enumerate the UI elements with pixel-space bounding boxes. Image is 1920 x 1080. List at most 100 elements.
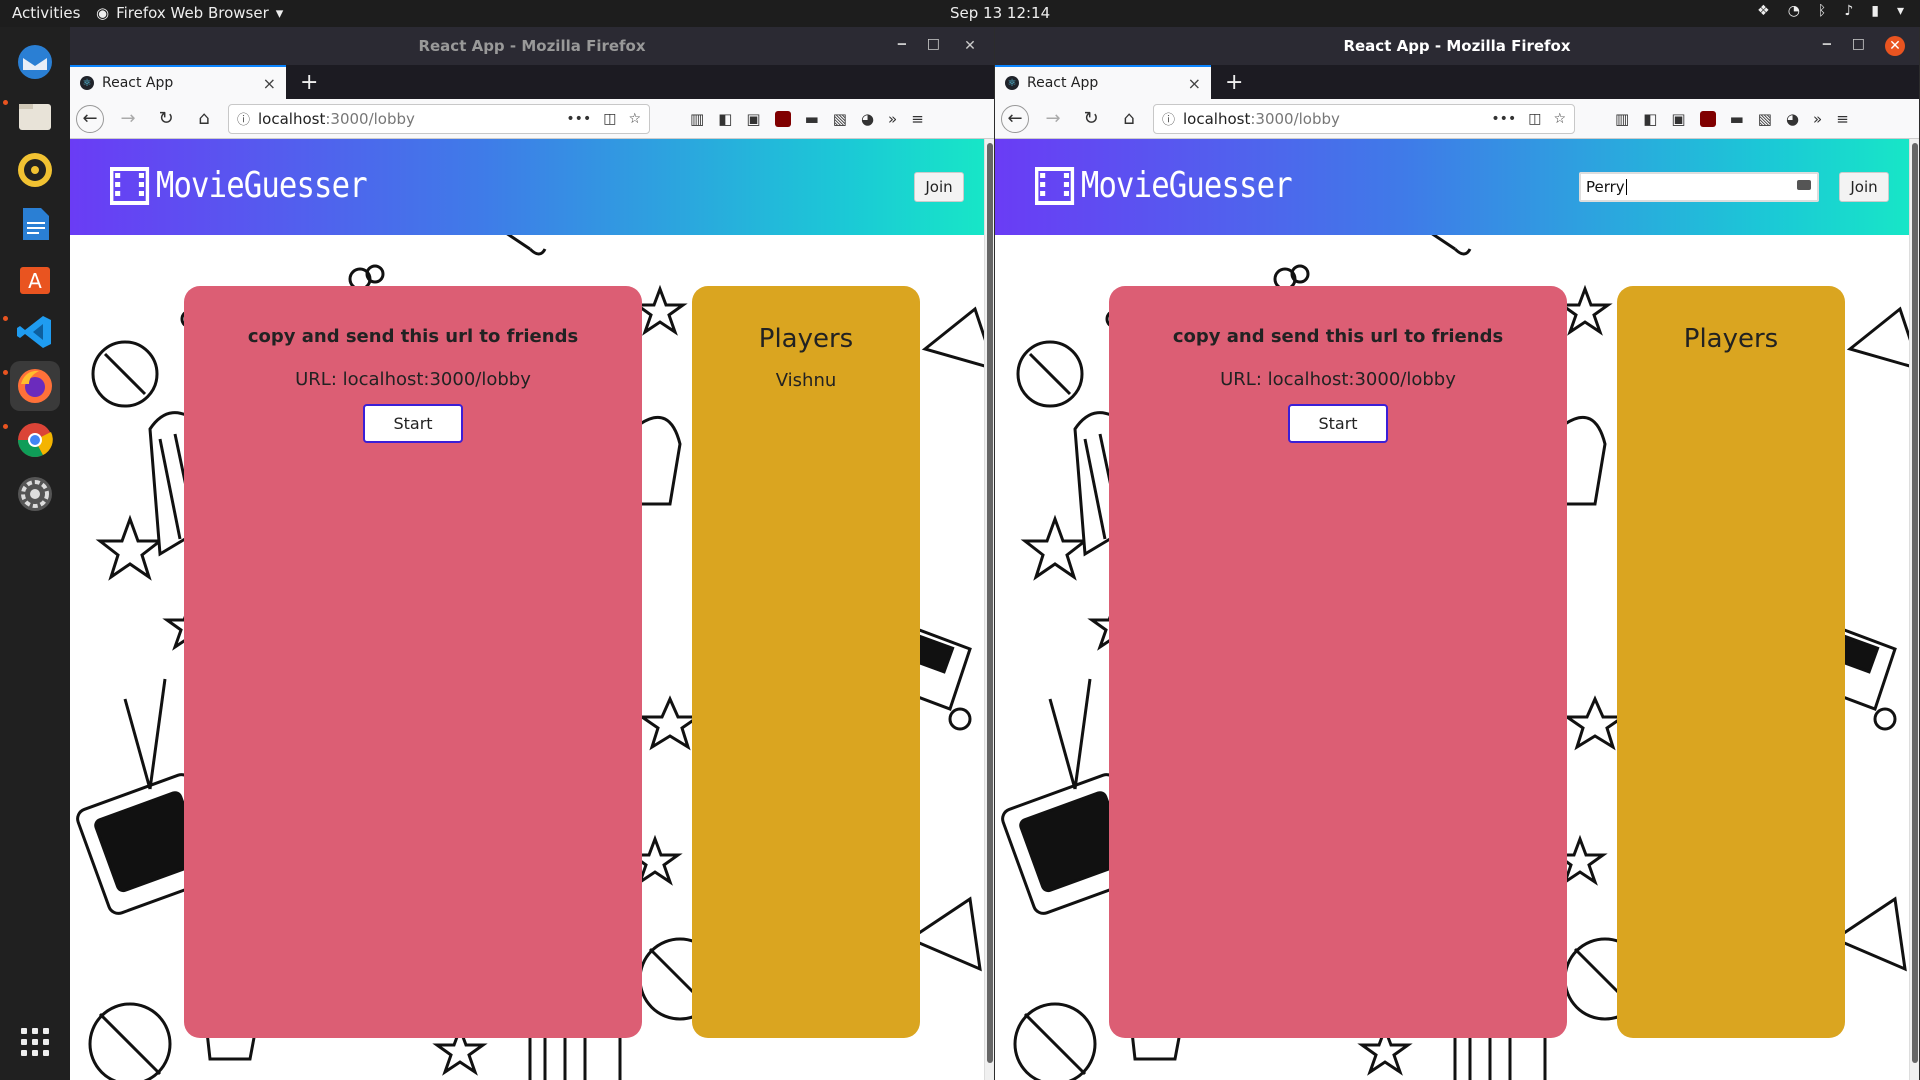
lobby-card: copy and send this url to friends URL: l…: [1109, 286, 1567, 1038]
tab-react-app[interactable]: ⚛ React App ×: [70, 65, 286, 99]
join-button[interactable]: Join: [914, 172, 964, 202]
pocket-icon[interactable]: ◫: [1528, 111, 1541, 127]
reader-icon[interactable]: ▧: [833, 110, 847, 128]
app-logo[interactable]: MovieGuesser: [110, 165, 368, 206]
forward-icon[interactable]: →: [114, 105, 142, 133]
scrollbar-thumb[interactable]: [987, 143, 993, 1063]
tab-close-icon[interactable]: ×: [1188, 74, 1201, 93]
battery-icon[interactable]: ▮: [1871, 3, 1879, 19]
back-icon[interactable]: ←: [1001, 104, 1029, 133]
app-logo[interactable]: MovieGuesser: [1035, 165, 1293, 206]
url-path: :3000/lobby: [325, 109, 415, 128]
screenshot-icon[interactable]: ▣: [746, 110, 760, 128]
writer-icon[interactable]: [10, 199, 60, 249]
ublock-icon[interactable]: [1699, 110, 1716, 127]
site-info-icon[interactable]: ⓘ: [237, 109, 250, 128]
reader-icon[interactable]: ▧: [1758, 110, 1772, 128]
volume-icon[interactable]: ♪: [1844, 3, 1853, 19]
account-icon[interactable]: ◕: [861, 110, 874, 128]
clock[interactable]: Sep 13 12:14: [950, 4, 1050, 22]
reload-icon[interactable]: ↻: [152, 105, 180, 133]
home-icon[interactable]: ⌂: [190, 105, 218, 133]
nav-toolbar: ← → ↻ ⌂ ⓘ localhost:3000/lobby ••• ◫ ☆ ▥…: [70, 99, 994, 139]
new-tab-icon[interactable]: +: [300, 70, 318, 95]
tab-close-icon[interactable]: ×: [263, 74, 276, 93]
overflow-icon[interactable]: »: [888, 110, 897, 128]
dropbox-icon[interactable]: ❖: [1757, 3, 1770, 19]
forward-icon[interactable]: →: [1039, 105, 1067, 133]
maximize-icon[interactable]: □: [927, 36, 940, 56]
bookmark-star-icon[interactable]: ☆: [1553, 111, 1566, 127]
page-content: MovieGuesser Join copy and send this url…: [70, 139, 984, 1080]
sidebar-icon[interactable]: ◧: [1643, 110, 1657, 128]
app-grid-icon[interactable]: [10, 1017, 60, 1067]
minimize-icon[interactable]: ‒: [1822, 36, 1832, 56]
minimize-icon[interactable]: ‒: [897, 36, 907, 56]
back-icon[interactable]: ←: [76, 104, 104, 133]
logo-text: MovieGuesser: [155, 165, 368, 206]
window-titlebar[interactable]: React App - Mozilla Firefox ‒ □ ✕: [70, 27, 994, 65]
extension-icon[interactable]: ▬: [1730, 110, 1744, 128]
page-scrollbar[interactable]: [984, 139, 994, 1080]
close-icon[interactable]: ✕: [960, 36, 980, 56]
chrome-icon[interactable]: [10, 415, 60, 465]
library-icon[interactable]: ▥: [690, 110, 704, 128]
tab-react-app[interactable]: ⚛ React App ×: [995, 65, 1211, 99]
software-center-icon[interactable]: A: [10, 253, 60, 303]
keyboard-icon: [1797, 180, 1811, 190]
screenshot-icon[interactable]: ▣: [1671, 110, 1685, 128]
app-menu[interactable]: ◉ Firefox Web Browser ▾: [96, 4, 283, 22]
wifi-icon[interactable]: ◔: [1788, 3, 1800, 19]
lobby-url: URL: localhost:3000/lobby: [295, 369, 531, 390]
ublock-icon[interactable]: [774, 110, 791, 127]
page-scrollbar[interactable]: [1909, 139, 1919, 1080]
maximize-icon[interactable]: □: [1852, 36, 1865, 56]
vscode-icon[interactable]: [10, 307, 60, 357]
menu-icon[interactable]: ≡: [911, 110, 924, 128]
url-bar[interactable]: ⓘ localhost:3000/lobby ••• ◫ ☆: [228, 103, 650, 134]
reload-icon[interactable]: ↻: [1077, 105, 1105, 133]
logo-text: MovieGuesser: [1080, 165, 1293, 206]
account-icon[interactable]: ◕: [1786, 110, 1799, 128]
share-instructions: copy and send this url to friends: [247, 326, 579, 347]
tab-strip: ⚛ React App × +: [995, 65, 1919, 99]
page-actions-icon[interactable]: •••: [566, 111, 591, 127]
rhythmbox-icon[interactable]: [10, 145, 60, 195]
start-button[interactable]: Start: [1288, 404, 1388, 443]
player-name-input[interactable]: Perry: [1579, 172, 1819, 202]
system-tray[interactable]: ❖ ◔ ᛒ ♪ ▮ ▾: [1757, 3, 1904, 19]
firefox-icon[interactable]: [10, 361, 60, 411]
lobby-card: copy and send this url to friends URL: l…: [184, 286, 642, 1038]
overflow-icon[interactable]: »: [1813, 110, 1822, 128]
app-menu-label: Firefox Web Browser: [116, 4, 269, 22]
running-indicator: [3, 100, 8, 105]
menu-icon[interactable]: ≡: [1836, 110, 1849, 128]
thunderbird-icon[interactable]: [10, 37, 60, 87]
url-host: localhost: [1183, 109, 1251, 128]
new-tab-icon[interactable]: +: [1225, 70, 1243, 95]
url-bar[interactable]: ⓘ localhost:3000/lobby ••• ◫ ☆: [1153, 103, 1575, 134]
start-button[interactable]: Start: [363, 404, 463, 443]
window-titlebar[interactable]: React App - Mozilla Firefox ‒ □ ✕: [995, 27, 1919, 65]
film-strip-icon: [110, 166, 150, 205]
page-actions-icon[interactable]: •••: [1491, 111, 1516, 127]
chevron-down-icon: ▾: [275, 4, 284, 22]
close-icon[interactable]: ✕: [1885, 36, 1905, 56]
film-strip-icon: [1035, 166, 1075, 205]
bookmark-star-icon[interactable]: ☆: [628, 111, 641, 127]
join-button[interactable]: Join: [1839, 172, 1889, 202]
site-info-icon[interactable]: ⓘ: [1162, 109, 1175, 128]
pocket-icon[interactable]: ◫: [603, 111, 616, 127]
settings-icon[interactable]: [10, 469, 60, 519]
activities-button[interactable]: Activities: [12, 4, 80, 22]
home-icon[interactable]: ⌂: [1115, 105, 1143, 133]
library-icon[interactable]: ▥: [1615, 110, 1629, 128]
nav-toolbar: ← → ↻ ⌂ ⓘ localhost:3000/lobby ••• ◫ ☆ ▥…: [995, 99, 1919, 139]
extension-icon[interactable]: ▬: [805, 110, 819, 128]
scrollbar-thumb[interactable]: [1912, 143, 1918, 1063]
files-icon[interactable]: [10, 91, 60, 141]
chevron-down-icon[interactable]: ▾: [1897, 3, 1904, 19]
bluetooth-icon[interactable]: ᛒ: [1818, 3, 1826, 19]
dock: A: [0, 27, 70, 1080]
sidebar-icon[interactable]: ◧: [718, 110, 732, 128]
